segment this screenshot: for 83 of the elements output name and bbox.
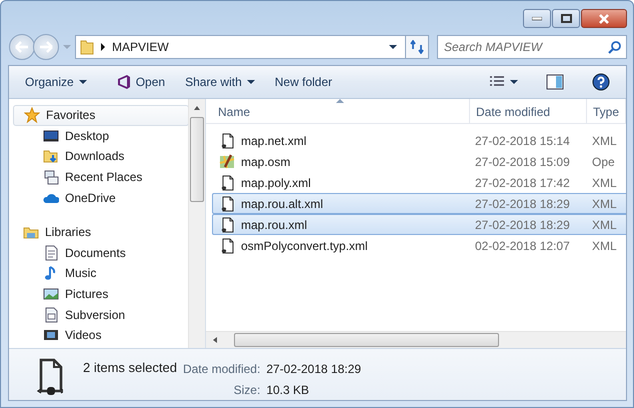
- nav-item[interactable]: Downloads: [13, 146, 130, 167]
- file-name: osmPolyconvert.typ.xml: [241, 238, 368, 254]
- caret-icon: [246, 80, 255, 84]
- minimize-icon: [532, 16, 542, 20]
- file-type: Ope: [591, 154, 615, 170]
- menu-button[interactable]: Share with: [177, 70, 263, 94]
- nav-item[interactable]: Subversion: [13, 304, 132, 325]
- pane-icon: [546, 74, 564, 90]
- refresh-icon: [410, 40, 424, 54]
- document-icon: [219, 196, 235, 212]
- file-name: map.osm: [241, 154, 290, 170]
- document-icon: [219, 216, 235, 232]
- vertical-scrollbar[interactable]: [188, 99, 205, 348]
- close-button[interactable]: [581, 9, 627, 28]
- detail-value: 10.3 KB: [266, 382, 310, 399]
- computer-icon: [43, 169, 59, 186]
- arrow-icon: [39, 41, 53, 53]
- selection-summary: 2 items selected: [83, 359, 177, 377]
- caret-icon: [389, 44, 397, 50]
- document-icon: [43, 306, 59, 323]
- detail-value: 27-02-2018 18:29: [266, 361, 362, 378]
- file-date: 27-02-2018 15:14: [474, 132, 571, 150]
- file-date: 27-02-2018 18:29: [474, 216, 571, 234]
- file-type: XML: [591, 238, 617, 254]
- detail-label: Date modified:: [182, 361, 260, 378]
- file-row[interactable]: map.rou.xml 27-02-2018 18:29 XML: [212, 214, 626, 235]
- nav-item[interactable]: Documents: [13, 242, 132, 264]
- file-type: XML: [591, 216, 617, 234]
- chevron-icon: [100, 43, 106, 51]
- file-date: 27-02-2018 18:29: [474, 196, 571, 212]
- detail-label: Size:: [232, 382, 260, 399]
- help-icon: [592, 73, 610, 91]
- folder-icon: [80, 39, 94, 55]
- document-icon: [219, 238, 235, 254]
- caret-icon: [63, 44, 71, 50]
- nav-item[interactable]: OneDrive: [13, 187, 122, 208]
- file-type: XML: [591, 132, 617, 150]
- document-icon: [219, 132, 235, 148]
- caret-icon: [510, 80, 518, 84]
- file-row[interactable]: map.poly.xml 27-02-2018 17:42 XML: [212, 172, 626, 193]
- search-icon: [608, 40, 622, 54]
- file-date: 27-02-2018 17:42: [474, 174, 571, 192]
- open-button[interactable]: Open: [106, 70, 174, 94]
- file-row[interactable]: map.osm 27-02-2018 15:09 Ope: [212, 151, 626, 172]
- file-type: XML: [591, 174, 617, 192]
- arrow-icon: [15, 41, 29, 53]
- monitor-icon: [43, 128, 59, 144]
- file-type: XML: [591, 196, 617, 212]
- map-icon: [219, 154, 235, 170]
- file-row[interactable]: map.net.xml 27-02-2018 15:14 XML: [212, 130, 626, 151]
- menu-button[interactable]: Organize: [17, 70, 95, 94]
- file-name: map.poly.xml: [241, 174, 311, 192]
- nav-item[interactable]: Recent Places: [13, 166, 148, 188]
- address-path: MAPVIEW: [112, 39, 170, 56]
- horizontal-scrollbar[interactable]: [206, 331, 626, 348]
- refresh-button[interactable]: [405, 35, 429, 59]
- close-icon: [598, 14, 610, 24]
- maximize-button[interactable]: [552, 9, 580, 28]
- file-row[interactable]: osmPolyconvert.typ.xml 02-02-2018 12:07 XML: [212, 235, 626, 256]
- nav-item[interactable]: Music: [13, 263, 102, 284]
- file-name: map.rou.xml: [241, 216, 308, 234]
- file-name: map.rou.alt.xml: [241, 196, 324, 212]
- nav-item[interactable]: Videos: [13, 324, 108, 346]
- favorites-item[interactable]: Favorites: [13, 105, 188, 126]
- star-icon: [24, 107, 40, 124]
- toolbar-button[interactable]: New folder: [266, 70, 340, 94]
- maximize-icon: [560, 14, 572, 23]
- list-view-icon: [489, 75, 505, 89]
- document-icon: [37, 358, 63, 396]
- caret-icon: [78, 80, 87, 84]
- file-date: 02-02-2018 12:07: [474, 238, 571, 254]
- nav-item[interactable]: Desktop: [13, 126, 116, 146]
- nav-item[interactable]: Pictures: [13, 284, 114, 304]
- document-icon: [219, 174, 235, 190]
- file-date: 27-02-2018 15:09: [474, 154, 571, 170]
- picture-icon: [43, 286, 59, 302]
- minimize-button[interactable]: [523, 9, 551, 28]
- search-field[interactable]: Search MAPVIEW: [437, 35, 627, 59]
- address-bar[interactable]: MAPVIEW: [75, 35, 406, 59]
- file-name: map.net.xml: [241, 132, 306, 150]
- document-icon: [43, 244, 59, 261]
- file-row[interactable]: map.rou.alt.xml 27-02-2018 18:29 XML: [212, 193, 626, 214]
- folder-icon: [43, 148, 59, 164]
